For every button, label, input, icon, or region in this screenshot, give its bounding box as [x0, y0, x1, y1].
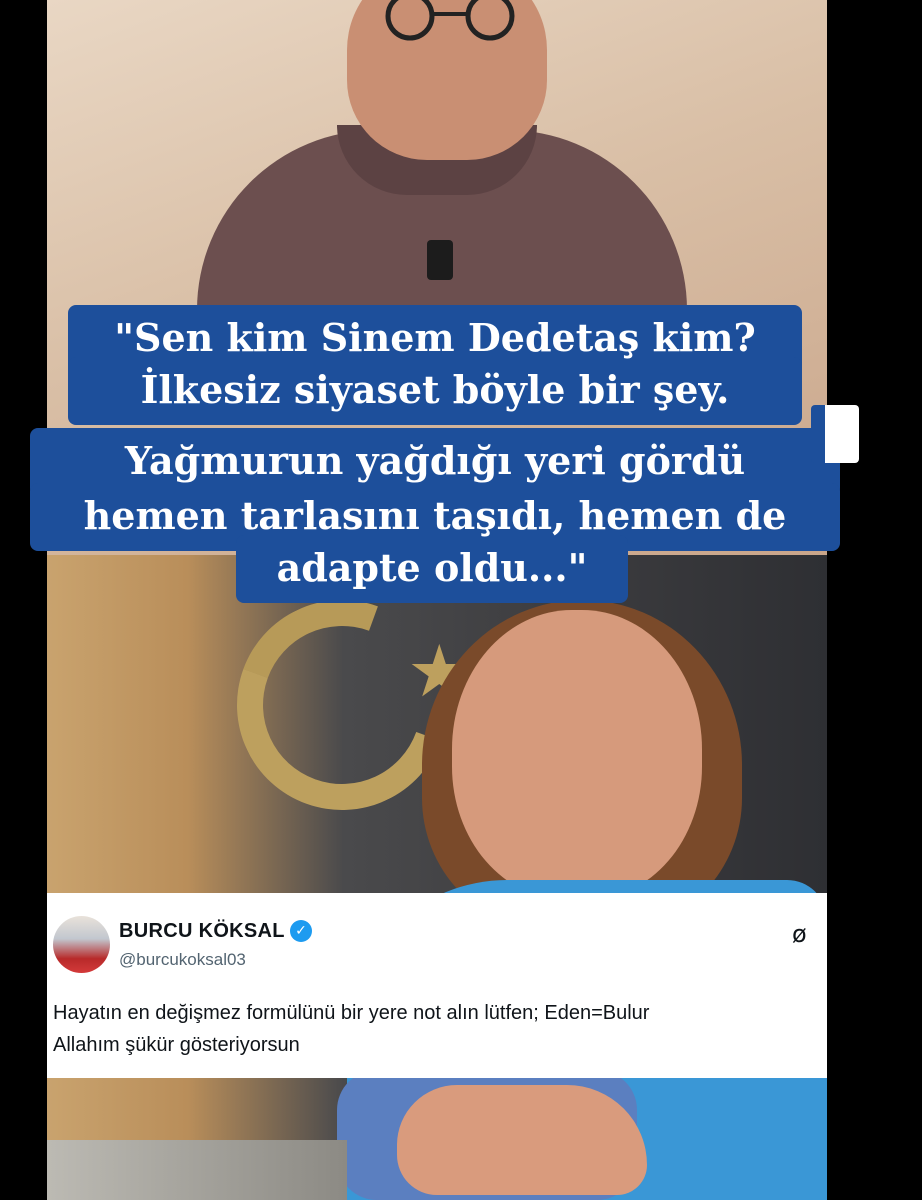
quote-text: hemen tarlasını taşıdı, hemen de — [83, 493, 787, 538]
woman-hand — [397, 1085, 647, 1195]
lapel-mic-icon — [427, 240, 453, 280]
quote-text: Yağmurun yağdığı yeri gördü — [124, 438, 746, 483]
quote-text: "Sen kim Sinem Dedetaş kim? — [114, 315, 756, 360]
quote-side-tab — [811, 405, 859, 463]
tweet-text-line: Allahım şükür gösteriyorsun — [53, 1034, 300, 1056]
tweet-text: Hayatın en değişmez formülünü bir yere n… — [53, 997, 813, 1061]
quote-overlay: "Sen kim Sinem Dedetaş kim? İlkesiz siya… — [30, 305, 859, 603]
tweet-author-handle[interactable]: @burcukoksal03 — [119, 950, 246, 970]
table-objects — [47, 1140, 347, 1200]
woman-face — [452, 610, 702, 900]
quote-text: adapte oldu..." — [276, 545, 588, 590]
x-logo-icon: ø — [792, 920, 807, 948]
tweet-card[interactable]: BURCU KÖKSAL ✓ @burcukoksal03 ø Hayatın … — [47, 893, 827, 1078]
avatar[interactable] — [53, 916, 110, 973]
tweet-author-name[interactable]: BURCU KÖKSAL — [119, 920, 285, 943]
quote-line: adapte oldu..." — [236, 535, 628, 603]
quote-line: İlkesiz siyaset böyle bir şey. — [68, 357, 802, 425]
glasses-icon — [385, 0, 515, 41]
verified-badge-icon: ✓ — [290, 920, 312, 942]
quote-text: İlkesiz siyaset böyle bir şey. — [140, 367, 730, 412]
tweet-text-line: Hayatın en değişmez formülünü bir yere n… — [53, 1002, 650, 1024]
